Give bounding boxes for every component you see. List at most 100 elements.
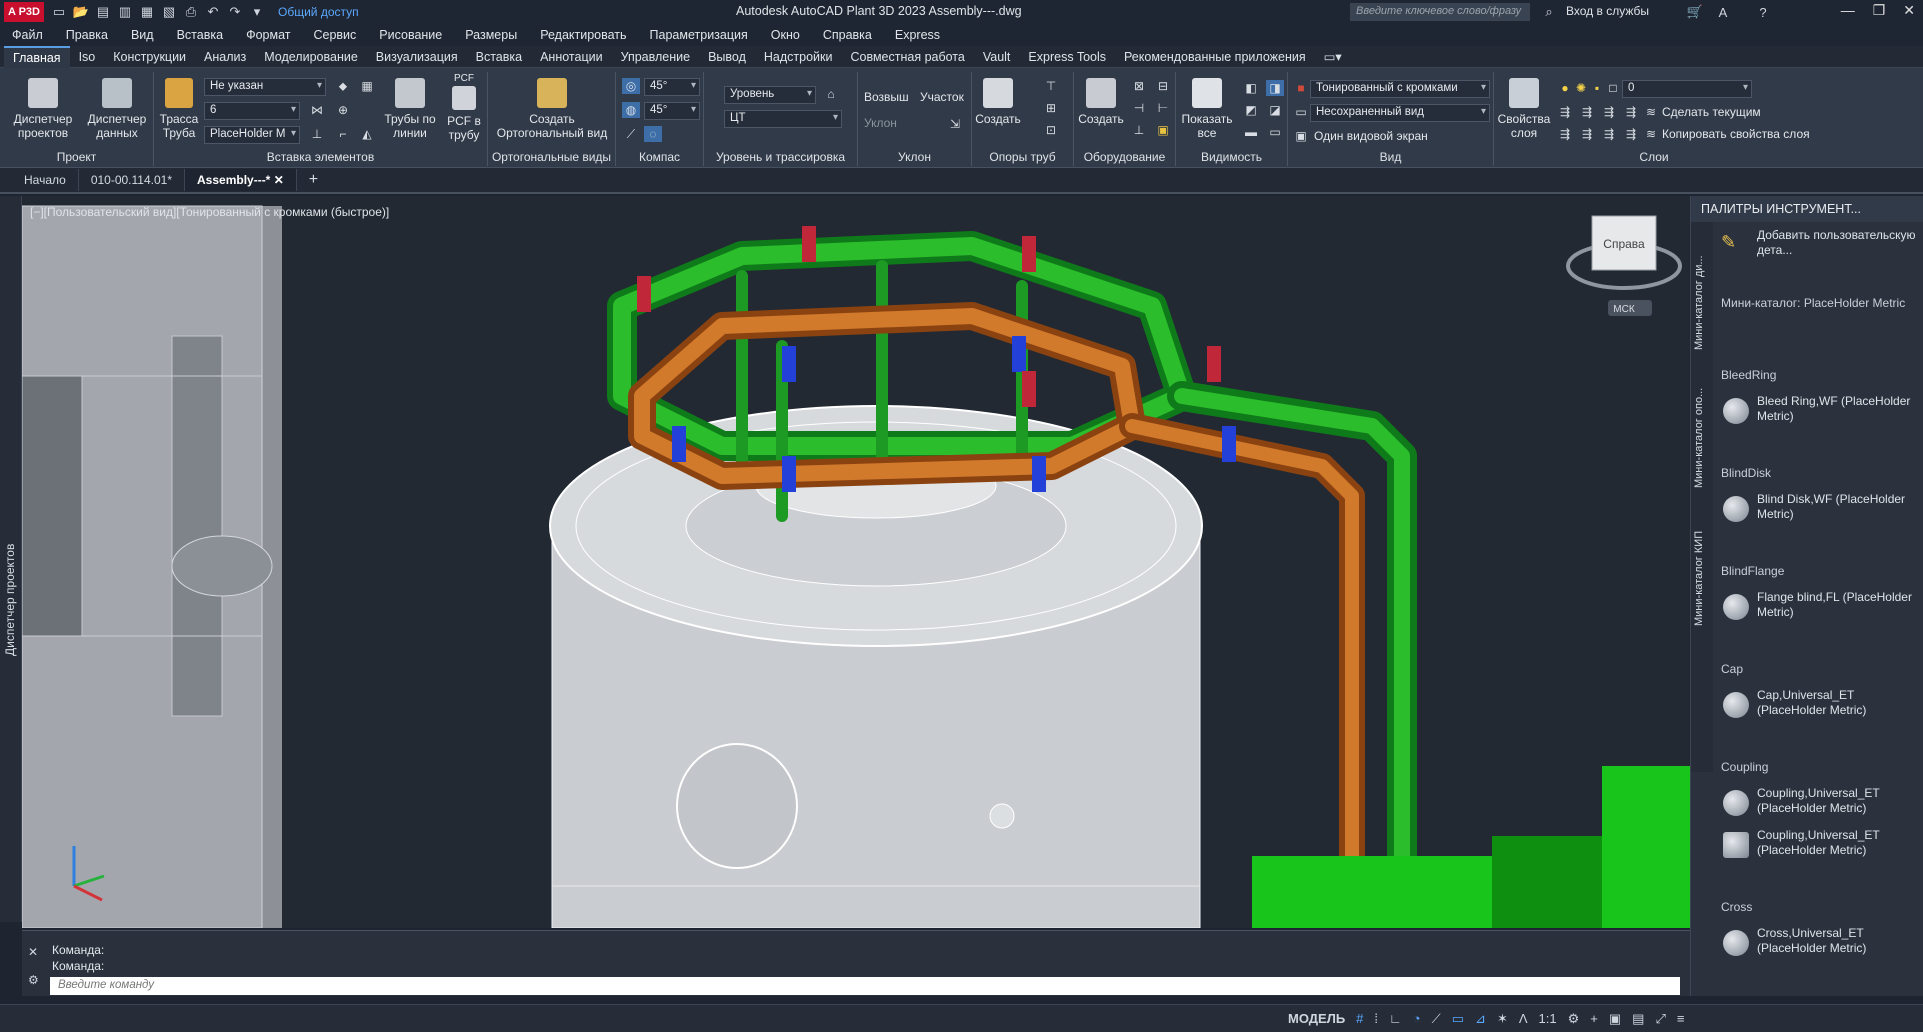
palette-title[interactable]: ПАЛИТРЫ ИНСТРУМЕНТ... (1691, 196, 1923, 222)
ucs-menu[interactable]: МСК (1608, 300, 1652, 316)
menu-express[interactable]: Express (895, 28, 940, 42)
create-ortho-button[interactable]: Создать Ортогональный вид (492, 78, 612, 140)
create-equipment-button[interactable]: Создать (1076, 78, 1126, 126)
single-viewport-button[interactable]: Один видовой экран (1314, 129, 1428, 143)
layer-tool-7-icon[interactable]: ⇶ (1600, 126, 1618, 142)
elevation-home-icon[interactable]: ⌂ (822, 86, 840, 102)
tab-modeling[interactable]: Моделирование (255, 47, 367, 67)
make-current-button[interactable]: Сделать текущим (1662, 105, 1761, 119)
palette-item-cross[interactable]: Cross,Universal_ET (PlaceHolder Metric) (1721, 924, 1921, 962)
menu-modify[interactable]: Редактировать (540, 28, 626, 42)
equipment-modify-icon[interactable]: ⊠ (1130, 78, 1148, 94)
valve-icon[interactable]: ⋈ (308, 102, 326, 118)
tab-vault[interactable]: Vault (974, 47, 1020, 67)
menu-tools[interactable]: Сервис (313, 28, 356, 42)
menu-draw[interactable]: Рисование (379, 28, 442, 42)
annotation-scale-icon[interactable]: Λ (1519, 1011, 1528, 1027)
menu-file[interactable]: Файл (12, 28, 43, 42)
tab-output[interactable]: Вывод (699, 47, 755, 67)
command-close-icon[interactable]: ✕ (28, 945, 38, 959)
elbow-icon[interactable]: ⌐ (334, 126, 352, 142)
redo-icon[interactable]: ↷ (224, 3, 246, 21)
open-icon[interactable]: 📂 (70, 3, 92, 21)
viewport-label[interactable]: [−][Пользовательский вид][Тонированный с… (30, 205, 389, 219)
slope-icon[interactable]: ⇲ (946, 116, 964, 132)
run-button[interactable]: Участок (920, 90, 964, 104)
justification-combo[interactable]: ЦТ (724, 110, 842, 128)
print-icon[interactable]: ⎙ (180, 3, 202, 21)
named-view-combo[interactable]: Несохраненный вид (1310, 104, 1490, 122)
compass-snap-icon[interactable]: ⟋ (622, 126, 640, 142)
route-pipe-button[interactable]: Трасса Труба (156, 78, 202, 140)
nozzle-icon[interactable]: ⊣ (1130, 100, 1148, 116)
command-input[interactable]: Введите команду (50, 977, 1680, 995)
line-to-pipe-button[interactable]: Трубы по линии (382, 78, 438, 140)
palette-tab-instruments[interactable]: Мини-каталог КИП (1693, 531, 1705, 626)
polar-icon[interactable]: ◔ (1413, 1011, 1421, 1027)
grid-icon[interactable]: # (1356, 1011, 1363, 1027)
model-space-button[interactable]: МОДЕЛЬ (1288, 1011, 1345, 1027)
hide-others-icon[interactable]: ◩ (1242, 102, 1260, 118)
minimize-icon[interactable]: — (1841, 2, 1855, 19)
undo-icon[interactable]: ↶ (202, 3, 224, 21)
view-cube[interactable]: Справа (1566, 215, 1682, 290)
compass-angle-combo[interactable]: 45° (644, 78, 700, 96)
command-settings-icon[interactable]: ⚙ (28, 973, 39, 987)
save-as-icon[interactable]: ▥ (114, 3, 136, 21)
isolate-icon[interactable]: ◨ (1266, 80, 1284, 96)
nozzle-add-icon[interactable]: ⊢ (1154, 100, 1172, 116)
user-icon[interactable]: A (1712, 3, 1734, 21)
pcf-to-pipe-button[interactable]: PCF PCF в трубу (442, 72, 486, 142)
tab-featured-apps[interactable]: Рекомендованные приложения (1115, 47, 1315, 67)
palette-item-blind-flange[interactable]: Flange blind,FL (PlaceHolder Metric) (1721, 588, 1921, 626)
layer-combo[interactable]: 0 (1622, 80, 1752, 98)
flange-icon[interactable]: ⊥ (308, 126, 326, 142)
search-input[interactable]: Введите ключевое слово/фразу (1350, 3, 1530, 21)
palette-tab-supports[interactable]: Мини-каталог опо... (1693, 388, 1705, 488)
customize-status-icon[interactable]: ≡ (1677, 1011, 1685, 1027)
menu-edit[interactable]: Правка (66, 28, 108, 42)
reducer-icon[interactable]: ◭ (358, 126, 376, 142)
new-icon[interactable]: ▭ (48, 3, 70, 21)
tab-analysis[interactable]: Анализ (195, 47, 255, 67)
show-selected-icon[interactable]: ▬ (1242, 124, 1260, 140)
layer-tool-1-icon[interactable]: ⇶ (1556, 104, 1574, 120)
save-icon[interactable]: ▤ (92, 3, 114, 21)
palette-item-bleed-ring[interactable]: Bleed Ring,WF (PlaceHolder Metric) (1721, 392, 1921, 430)
layer-tool-3-icon[interactable]: ⇶ (1600, 104, 1618, 120)
menu-window[interactable]: Окно (771, 28, 800, 42)
tab-visualize[interactable]: Визуализация (367, 47, 467, 67)
isolate-objects-icon[interactable]: ▣ (1609, 1011, 1621, 1027)
snap-angle-combo[interactable]: 45° (644, 102, 700, 120)
menu-insert[interactable]: Вставка (177, 28, 223, 42)
palette-tab-dynamic[interactable]: Мини-каталог ди... (1693, 255, 1705, 350)
compass-toggle-icon[interactable]: ◎ (622, 78, 640, 94)
equipment-attach-icon[interactable]: ⊥ (1130, 122, 1148, 138)
restore-icon[interactable]: ❐ (1873, 2, 1886, 19)
size-combo[interactable]: Не указан (204, 78, 326, 96)
scale-button[interactable]: 1:1 (1539, 1011, 1557, 1027)
slope-input[interactable]: Уклон (864, 116, 897, 130)
export-icon[interactable]: ▧ (158, 3, 180, 21)
equipment-convert-icon[interactable]: ⊟ (1154, 78, 1172, 94)
signin-button[interactable]: Вход в службы (1566, 4, 1649, 18)
hide-selected-icon[interactable]: ▭ (1266, 124, 1284, 140)
doc-tab-start[interactable]: Начало (12, 169, 79, 191)
tab-addins[interactable]: Надстройки (755, 47, 842, 67)
clean-screen-icon[interactable]: ⤢ (1655, 1011, 1665, 1027)
palette-item-blind-disk[interactable]: Blind Disk,WF (PlaceHolder Metric) (1721, 490, 1921, 528)
model-viewport[interactable]: Справа МСК (22, 196, 1690, 928)
rise-button[interactable]: Возвыш (864, 90, 909, 104)
layer-tool-4-icon[interactable]: ⇶ (1622, 104, 1640, 120)
add-icon[interactable]: + (1590, 1011, 1598, 1027)
palette-item-coupling-2[interactable]: Coupling,Universal_ET (PlaceHolder Metri… (1721, 826, 1921, 864)
data-manager-button[interactable]: Диспетчер данных (82, 78, 152, 140)
spec-placeholder-combo[interactable]: PlaceHolder M (204, 126, 300, 144)
dynamic-ucs-icon[interactable]: ⊿ (1475, 1011, 1486, 1027)
tag-icon[interactable]: ⬥ (334, 78, 352, 94)
visual-style-combo[interactable]: Тонированный с кромками (1310, 80, 1490, 98)
doc-tab-drawing[interactable]: 010-00.114.01* (79, 169, 185, 191)
menu-format[interactable]: Формат (246, 28, 290, 42)
workspace-icon[interactable]: ⚙ (1568, 1011, 1580, 1027)
elevation-combo[interactable]: Уровень (724, 86, 816, 104)
